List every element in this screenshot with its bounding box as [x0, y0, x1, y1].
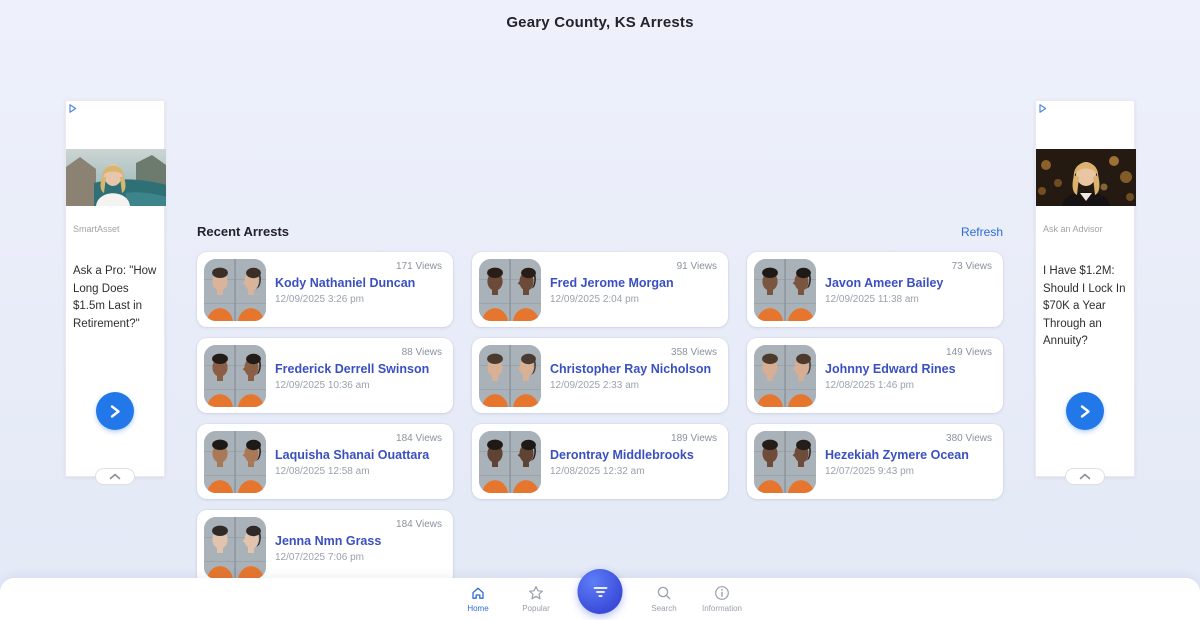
arrest-name: Christopher Ray Nicholson	[550, 361, 712, 376]
arrest-date: 12/09/2025 10:36 am	[275, 379, 370, 391]
arrest-info: Christopher Ray Nicholson 12/09/2025 2:3…	[550, 361, 719, 391]
arrest-date: 12/07/2025 9:43 pm	[825, 465, 914, 477]
arrest-date: 12/08/2025 12:32 am	[550, 465, 645, 477]
filter-icon	[593, 586, 607, 597]
home-icon	[472, 587, 484, 599]
chevron-right-icon	[110, 404, 120, 418]
arrest-name: Johnny Edward Rines	[825, 361, 956, 376]
mugshot-photo	[754, 258, 816, 321]
arrest-info: Johnny Edward Rines 12/08/2025 1:46 pm	[825, 361, 964, 391]
refresh-link[interactable]: Refresh	[961, 225, 1003, 239]
arrest-info: Hezekiah Zymere Ocean 12/07/2025 9:43 pm	[825, 447, 977, 477]
chevron-up-icon	[109, 473, 121, 480]
ad-collapse-button[interactable]	[95, 468, 135, 485]
arrest-views-badge: 184 Views	[396, 433, 442, 444]
star-icon	[529, 586, 543, 600]
arrest-card[interactable]: Kody Nathaniel Duncan 12/09/2025 3:26 pm…	[197, 252, 453, 327]
recent-arrests-heading: Recent Arrests	[197, 224, 290, 239]
nav-item-popular[interactable]: Popular	[507, 584, 565, 613]
ad-panel-right[interactable]: Ask an Advisor I Have $1.2M: Should I Lo…	[1035, 100, 1136, 485]
filter-fab-button[interactable]	[577, 569, 623, 614]
arrest-info: Derontray Middlebrooks 12/08/2025 12:32 …	[550, 447, 702, 477]
arrest-info: Javon Ameer Bailey 12/09/2025 11:38 am	[825, 275, 951, 305]
arrest-views-badge: 380 Views	[946, 433, 992, 444]
mugshot-photo	[479, 258, 541, 321]
arrest-views-badge: 88 Views	[401, 347, 442, 358]
arrest-info: Laquisha Shanai Ouattara 12/08/2025 12:5…	[275, 447, 437, 477]
nav-label: Home	[467, 604, 489, 613]
mugshot-photo	[479, 430, 541, 493]
arrest-date: 12/07/2025 7:06 pm	[275, 551, 364, 563]
arrest-date: 12/09/2025 2:33 am	[550, 379, 639, 391]
arrest-date: 12/08/2025 1:46 pm	[825, 379, 914, 391]
arrest-info: Kody Nathaniel Duncan 12/09/2025 3:26 pm	[275, 275, 423, 305]
page-title: Geary County, KS Arrests	[506, 14, 694, 31]
adchoices-icon[interactable]	[1038, 103, 1049, 114]
ad-headline: I Have $1.2M: Should I Lock In $70K a Ye…	[1043, 265, 1126, 347]
ad-brand-label: Ask an Advisor	[1043, 224, 1103, 234]
arrest-views-badge: 73 Views	[951, 261, 992, 272]
ad-photo-advisor-woman	[1036, 149, 1136, 206]
arrest-info: Jenna Nmn Grass 12/07/2025 7:06 pm	[275, 533, 389, 563]
mugshot-photo	[754, 344, 816, 407]
arrest-views-badge: 189 Views	[671, 433, 717, 444]
ad-panel-left[interactable]: SmartAsset Ask a Pro: "How Long Does $1.…	[65, 100, 166, 485]
arrest-views-badge: 149 Views	[946, 347, 992, 358]
mugshot-photo	[204, 516, 266, 579]
mugshot-photo	[204, 430, 266, 493]
arrest-name: Fred Jerome Morgan	[550, 275, 674, 290]
arrest-card[interactable]: Derontray Middlebrooks 12/08/2025 12:32 …	[472, 424, 728, 499]
ad-headline: Ask a Pro: "How Long Does $1.5m Last in …	[73, 265, 157, 330]
arrest-name: Frederick Derrell Swinson	[275, 361, 430, 376]
arrest-card[interactable]: Johnny Edward Rines 12/08/2025 1:46 pm 1…	[747, 338, 1003, 413]
nav-item-home[interactable]: Home	[449, 584, 507, 613]
adchoices-icon[interactable]	[68, 103, 79, 114]
chevron-right-icon	[1080, 404, 1090, 418]
arrest-views-badge: 184 Views	[396, 519, 442, 530]
arrest-card[interactable]: Christopher Ray Nicholson 12/09/2025 2:3…	[472, 338, 728, 413]
arrest-date: 12/09/2025 3:26 pm	[275, 293, 364, 305]
nav-label: Popular	[522, 604, 550, 613]
nav-item-search[interactable]: Search	[635, 584, 693, 613]
arrest-card[interactable]: Jenna Nmn Grass 12/07/2025 7:06 pm 184 V…	[197, 510, 453, 585]
arrest-date: 12/09/2025 2:04 pm	[550, 293, 639, 305]
arrest-views-badge: 91 Views	[676, 261, 717, 272]
arrest-date: 12/08/2025 12:58 am	[275, 465, 370, 477]
arrest-views-badge: 171 Views	[396, 261, 442, 272]
arrest-name: Laquisha Shanai Ouattara	[275, 447, 430, 462]
mugshot-photo	[204, 258, 266, 321]
arrest-name: Javon Ameer Bailey	[825, 275, 944, 290]
info-icon	[715, 586, 729, 600]
nav-label: Information	[701, 604, 743, 613]
arrest-name: Jenna Nmn Grass	[275, 533, 382, 548]
nav-item-information[interactable]: Information	[693, 584, 751, 613]
arrest-card[interactable]: Javon Ameer Bailey 12/09/2025 11:38 am 7…	[747, 252, 1003, 327]
nav-label: Search	[651, 604, 677, 613]
arrest-info: Frederick Derrell Swinson 12/09/2025 10:…	[275, 361, 437, 391]
mugshot-photo	[479, 344, 541, 407]
arrest-info: Fred Jerome Morgan 12/09/2025 2:04 pm	[550, 275, 682, 305]
ad-collapse-button[interactable]	[1065, 468, 1105, 485]
arrest-views-badge: 358 Views	[671, 347, 717, 358]
arrest-card[interactable]: Laquisha Shanai Ouattara 12/08/2025 12:5…	[197, 424, 453, 499]
ad-cta-button[interactable]	[1066, 392, 1104, 430]
mugshot-photo	[204, 344, 266, 407]
chevron-up-icon	[1079, 473, 1091, 480]
ad-cta-button[interactable]	[96, 392, 134, 430]
arrest-card[interactable]: Fred Jerome Morgan 12/09/2025 2:04 pm 91…	[472, 252, 728, 327]
ad-brand-label: SmartAsset	[73, 224, 120, 234]
arrest-card[interactable]: Frederick Derrell Swinson 12/09/2025 10:…	[197, 338, 453, 413]
ad-photo-coastal-woman	[66, 149, 166, 206]
arrest-name: Derontray Middlebrooks	[550, 447, 694, 462]
bottom-nav-bar: Home Popular Search Information	[0, 569, 1200, 620]
search-icon	[657, 586, 671, 600]
arrest-card[interactable]: Hezekiah Zymere Ocean 12/07/2025 9:43 pm…	[747, 424, 1003, 499]
arrest-date: 12/09/2025 11:38 am	[825, 293, 919, 305]
arrest-name: Kody Nathaniel Duncan	[275, 275, 416, 290]
arrest-name: Hezekiah Zymere Ocean	[825, 447, 969, 462]
arrest-grid: Kody Nathaniel Duncan 12/09/2025 3:26 pm…	[197, 252, 1003, 585]
mugshot-photo	[754, 430, 816, 493]
recent-arrests-header: Recent Arrests Refresh	[197, 224, 1003, 239]
